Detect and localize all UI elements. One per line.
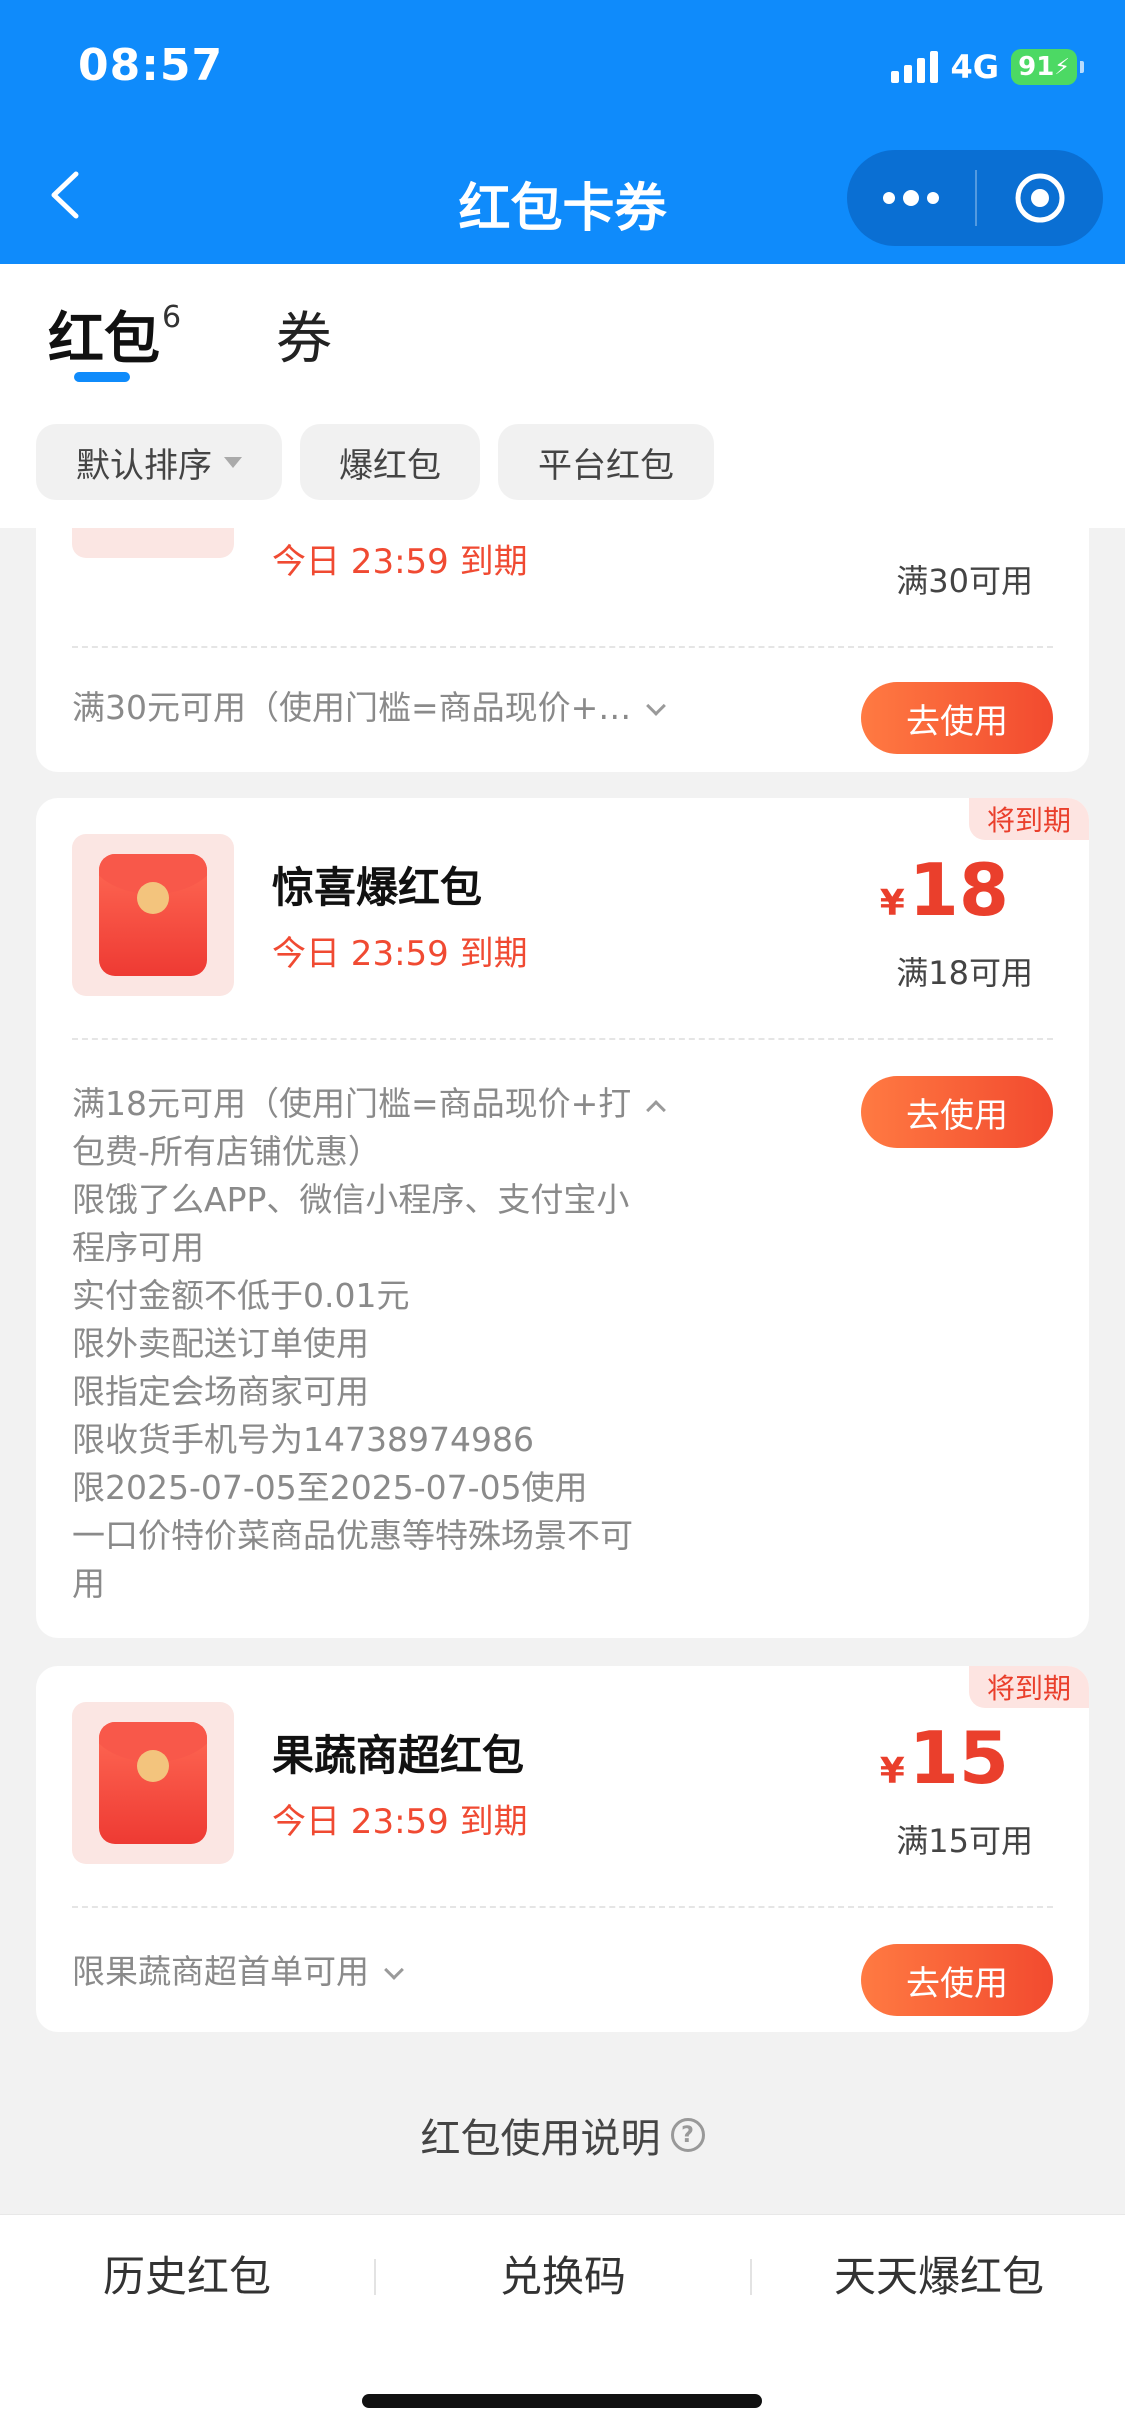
hongbao-card: 今日 23:59 到期 满30可用 满30元可用（使用门槛=商品现价+… 去使用 [36, 528, 1089, 772]
chevron-down-icon [384, 1960, 404, 1980]
usage-help-link[interactable]: 红包使用说明 ? [0, 2106, 1125, 2164]
more-button[interactable] [847, 150, 975, 246]
status-time: 08:57 [78, 40, 224, 91]
card-expire: 今日 23:59 到期 [272, 934, 528, 974]
card-name: 果蔬商超红包 [272, 1731, 525, 1780]
tab-hongbao-count: 6 [162, 300, 182, 335]
tab-quan[interactable]: 券 [276, 294, 332, 375]
filter-hot-hongbao[interactable]: 爆红包 [300, 424, 480, 500]
status-indicators: 4G 91 ⚡ [891, 48, 1084, 86]
top-bar: 08:57 4G 91 ⚡ 红包卡券 [0, 0, 1125, 264]
sort-filter-label: 默认排序 [76, 445, 212, 486]
red-envelope-icon [99, 854, 207, 976]
use-button[interactable]: 去使用 [861, 682, 1053, 754]
card-amount: ¥18 [879, 848, 1009, 932]
redeem-code-button[interactable]: 兑换码 [376, 2243, 750, 2304]
more-dots-icon [883, 192, 895, 204]
divider [72, 646, 1053, 648]
home-indicator [362, 2394, 762, 2408]
chevron-down-icon [646, 696, 667, 716]
tab-hongbao[interactable]: 红包 [48, 294, 160, 375]
daily-hongbao-button[interactable]: 天天爆红包 [752, 2243, 1125, 2304]
signal-icon [891, 51, 939, 83]
use-button[interactable]: 去使用 [861, 1944, 1053, 2016]
expiring-badge: 将到期 [968, 1666, 1089, 1708]
mini-program-capsule [847, 150, 1103, 246]
red-envelope-icon [99, 1722, 207, 1844]
network-type: 4G [950, 48, 999, 86]
caret-down-icon [224, 456, 242, 468]
card-desc[interactable]: 限果蔬商超首单可用 [72, 1948, 712, 1996]
tabs-area: 红包 6 券 默认排序 爆红包 平台红包 [0, 264, 1125, 528]
card-expire: 今日 23:59 到期 [272, 542, 528, 582]
card-desc[interactable]: 满30元可用（使用门槛=商品现价+… [72, 684, 712, 732]
hongbao-card: 将到期 果蔬商超红包 今日 23:59 到期 ¥15 满15可用 限果蔬商超首单… [36, 1666, 1089, 2032]
card-amount: ¥15 [879, 1716, 1009, 1800]
question-circle-icon: ? [670, 2118, 705, 2152]
card-desc[interactable]: 满18元可用（使用门槛=商品现价+打 包费-所有店铺优惠） 限饿了么APP、微信… [72, 1080, 712, 1608]
card-threshold: 满15可用 [896, 1822, 1033, 1860]
hongbao-card: 将到期 惊喜爆红包 今日 23:59 到期 ¥18 满18可用 满18元可用（使… [36, 798, 1089, 1638]
hongbao-icon-box [72, 1702, 234, 1864]
filter-platform-hongbao[interactable]: 平台红包 [498, 424, 714, 500]
card-threshold: 满30可用 [896, 562, 1033, 600]
hongbao-icon-box [72, 528, 234, 558]
hongbao-icon-box [72, 834, 234, 996]
hongbao-list[interactable]: 今日 23:59 到期 满30可用 满30元可用（使用门槛=商品现价+… 去使用… [0, 528, 1125, 2214]
close-miniprogram-button[interactable] [977, 150, 1103, 246]
use-button[interactable]: 去使用 [861, 1076, 1053, 1148]
divider [72, 1906, 1053, 1908]
battery-icon: 91 ⚡ [1011, 49, 1084, 85]
battery-level: 91 [1018, 52, 1055, 82]
history-hongbao-button[interactable]: 历史红包 [0, 2243, 374, 2304]
sort-filter[interactable]: 默认排序 [36, 424, 282, 500]
card-threshold: 满18可用 [896, 954, 1033, 992]
card-expire: 今日 23:59 到期 [272, 1802, 528, 1842]
expiring-badge: 将到期 [968, 798, 1089, 840]
card-name: 惊喜爆红包 [272, 863, 483, 912]
divider [72, 1038, 1053, 1040]
target-circle-icon [1015, 173, 1065, 223]
chevron-up-icon [646, 1100, 667, 1120]
active-tab-indicator [74, 372, 130, 382]
